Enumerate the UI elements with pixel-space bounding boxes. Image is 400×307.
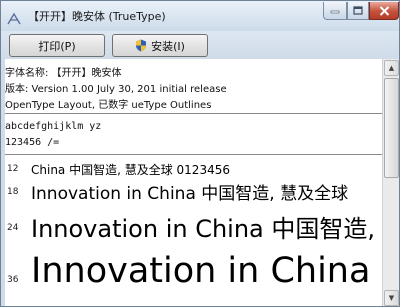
font-name-line: 字体名称: 【开开】晚安体 — [5, 68, 122, 79]
size-sample-text: Innovation in China 中国智造, 慧及全球 — [31, 184, 349, 204]
sample-lowercase: abcdefghijklm yz — [5, 121, 102, 132]
size-label: 12 — [7, 164, 19, 174]
size-label: 24 — [7, 223, 19, 233]
uac-shield-icon — [135, 39, 147, 52]
divider — [5, 154, 382, 155]
minimize-button[interactable] — [323, 2, 347, 20]
install-button-label: 安装(I) — [151, 39, 185, 53]
size-sample-text: Innovation in China — [31, 251, 371, 291]
maximize-button[interactable] — [347, 2, 369, 20]
close-button[interactable] — [369, 2, 399, 20]
window-title: 【开开】晚安体 (TrueType) — [28, 10, 166, 23]
scroll-up-button[interactable]: ▲ — [384, 60, 399, 76]
scroll-down-button[interactable]: ▼ — [384, 290, 399, 306]
font-format-line: OpenType Layout, 已数字 ueType Outlines — [5, 100, 212, 111]
scroll-thumb[interactable] — [384, 78, 399, 178]
size-label: 18 — [7, 187, 19, 197]
arrow-down-icon: ▼ — [388, 293, 395, 302]
arrow-up-icon: ▲ — [388, 63, 395, 72]
close-icon — [379, 5, 389, 16]
toolbar: 打印(P) 安装(I) — [1, 31, 399, 59]
font-viewer-window: 【开开】晚安体 (TrueType) 打印(P) 安装(I) 字体名称: 【开开… — [0, 0, 400, 307]
sample-digits: 123456 /= — [5, 137, 60, 148]
font-viewer-icon — [7, 10, 21, 25]
font-preview-pane[interactable]: 字体名称: 【开开】晚安体 版本: Version 1.00 July 30, … — [5, 59, 382, 306]
print-button-label: 打印(P) — [38, 39, 76, 53]
install-button[interactable]: 安装(I) — [112, 34, 208, 57]
print-button[interactable]: 打印(P) — [9, 34, 105, 57]
title-bar[interactable]: 【开开】晚安体 (TrueType) — [1, 1, 399, 31]
minimize-icon — [330, 10, 340, 13]
font-version-line: 版本: Version 1.00 July 30, 201 initial re… — [5, 84, 227, 95]
vertical-scrollbar[interactable]: ▲ ▼ — [382, 59, 399, 306]
maximize-icon — [353, 6, 363, 15]
divider — [5, 113, 382, 114]
size-sample-text: China 中国智造, 慧及全球 0123456 — [31, 163, 230, 177]
size-label: 36 — [7, 275, 19, 285]
size-sample-text: Innovation in China 中国智造, — [31, 215, 376, 243]
